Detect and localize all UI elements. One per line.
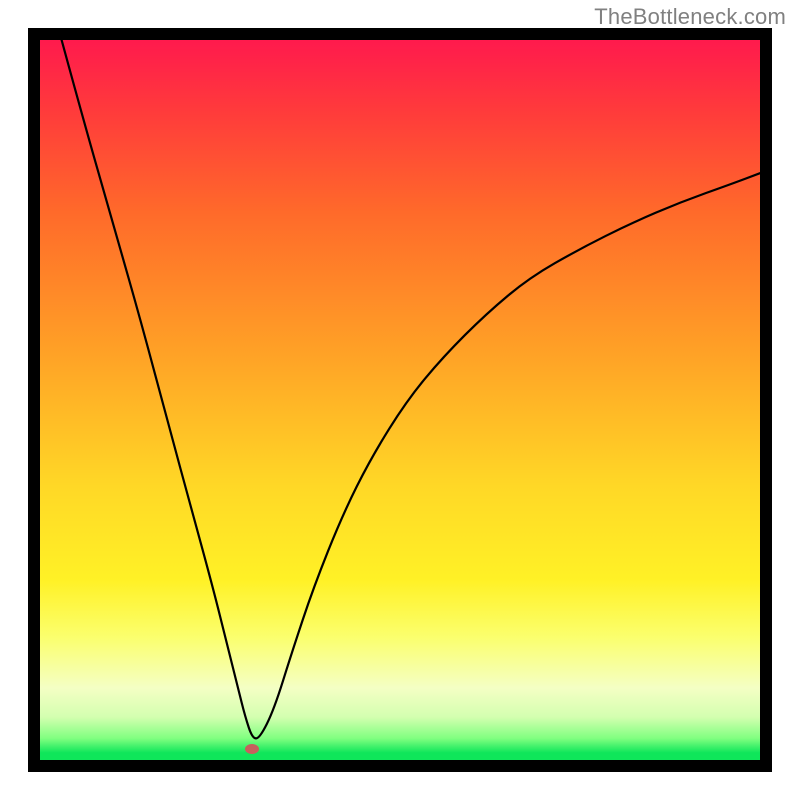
chart-frame [28,28,772,772]
watermark-text: TheBottleneck.com [594,4,786,30]
chart-plot-area [40,40,760,760]
optimal-point-marker [245,744,259,754]
bottleneck-curve [40,40,760,760]
